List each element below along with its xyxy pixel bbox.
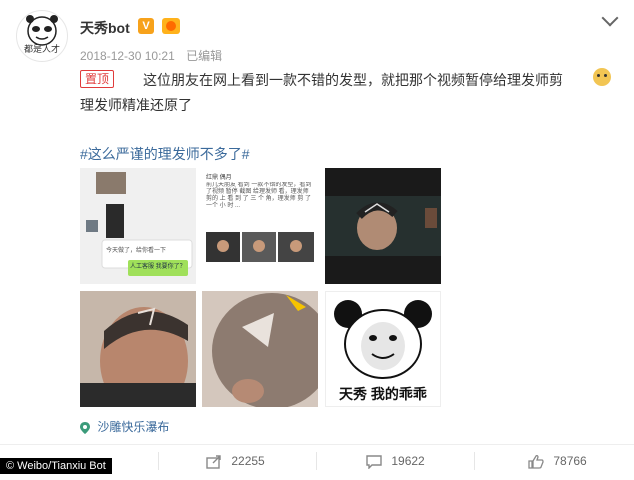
article-text: 前几天朋友 看到 一款不错的发型，看到了视频 暂停 截图 给理发师 看，理发师 … (206, 182, 312, 209)
chat-bubble-text: 今天做了，给你看一下 (106, 248, 167, 254)
action-separator (158, 452, 159, 470)
image-thumb-4[interactable] (80, 291, 196, 407)
post-text-line2: 理发师精准还原了 (80, 97, 192, 113)
doge-emoji-icon (593, 68, 611, 86)
image-thumb-5[interactable] (202, 291, 318, 407)
pinned-badge: 置顶 (80, 70, 115, 88)
comment-icon (366, 455, 382, 470)
divider (0, 444, 634, 445)
image-thumb-3[interactable] (325, 168, 441, 284)
watermark: © Weibo/Tianxiu Bot (0, 458, 112, 474)
image-thumb-6[interactable]: 天秀 我的乖乖 (325, 291, 441, 407)
location-link[interactable]: 沙雕快乐瀑布 (80, 418, 169, 435)
share-count: 22255 (231, 454, 265, 468)
post-text-line1: 这位朋友在网上看到一款不错的发型，就把那个视频暂停给理发师剪 (143, 72, 563, 88)
video-haircut-image (325, 196, 441, 256)
meme-caption: 天秀 我的乖乖 (339, 386, 427, 402)
avatar-caption: 都是人才 (23, 44, 60, 54)
post-datetime[interactable]: 2018-12-30 10:21 (80, 49, 175, 63)
image-thumb-2[interactable]: 红鼎 偶月 前几天朋友 看到 一款不错的发型，看到了视频 暂停 截图 给理发师 … (202, 168, 318, 284)
location-text[interactable]: 沙雕快乐瀑布 (97, 420, 169, 434)
article-title: 红鼎 偶月 (206, 175, 232, 181)
hashtag-link[interactable]: #这么严谨的理发师不多了# (80, 144, 250, 164)
buzzcut-closeup-image (202, 291, 318, 407)
username[interactable]: 天秀bot (80, 18, 130, 38)
head-closeup-image (80, 291, 196, 407)
thumbs-up-icon (528, 454, 544, 469)
image-thumb-1[interactable]: 今天做了，给你看一下 人工客服 我要你了？ (80, 168, 196, 284)
verified-badge-icon: V (138, 18, 154, 34)
comment-button[interactable]: 19622 (366, 454, 425, 470)
chevron-down-icon[interactable] (601, 9, 619, 27)
edited-label: 已编辑 (186, 49, 223, 63)
share-button[interactable]: 22255 (206, 454, 265, 469)
avatar[interactable]: 都是人才 (16, 10, 68, 62)
comment-count: 19622 (391, 454, 425, 468)
post-meta: 2018-12-30 10:21 已编辑 (80, 47, 230, 64)
chat-card-text: 人工客服 我要你了？ (130, 264, 186, 270)
like-button[interactable]: 78766 (528, 454, 587, 469)
action-separator (474, 452, 475, 470)
action-separator (316, 452, 317, 470)
location-pin-icon (80, 421, 90, 434)
level-badge-icon (162, 18, 180, 34)
like-count: 78766 (553, 454, 587, 468)
share-icon (206, 455, 221, 469)
